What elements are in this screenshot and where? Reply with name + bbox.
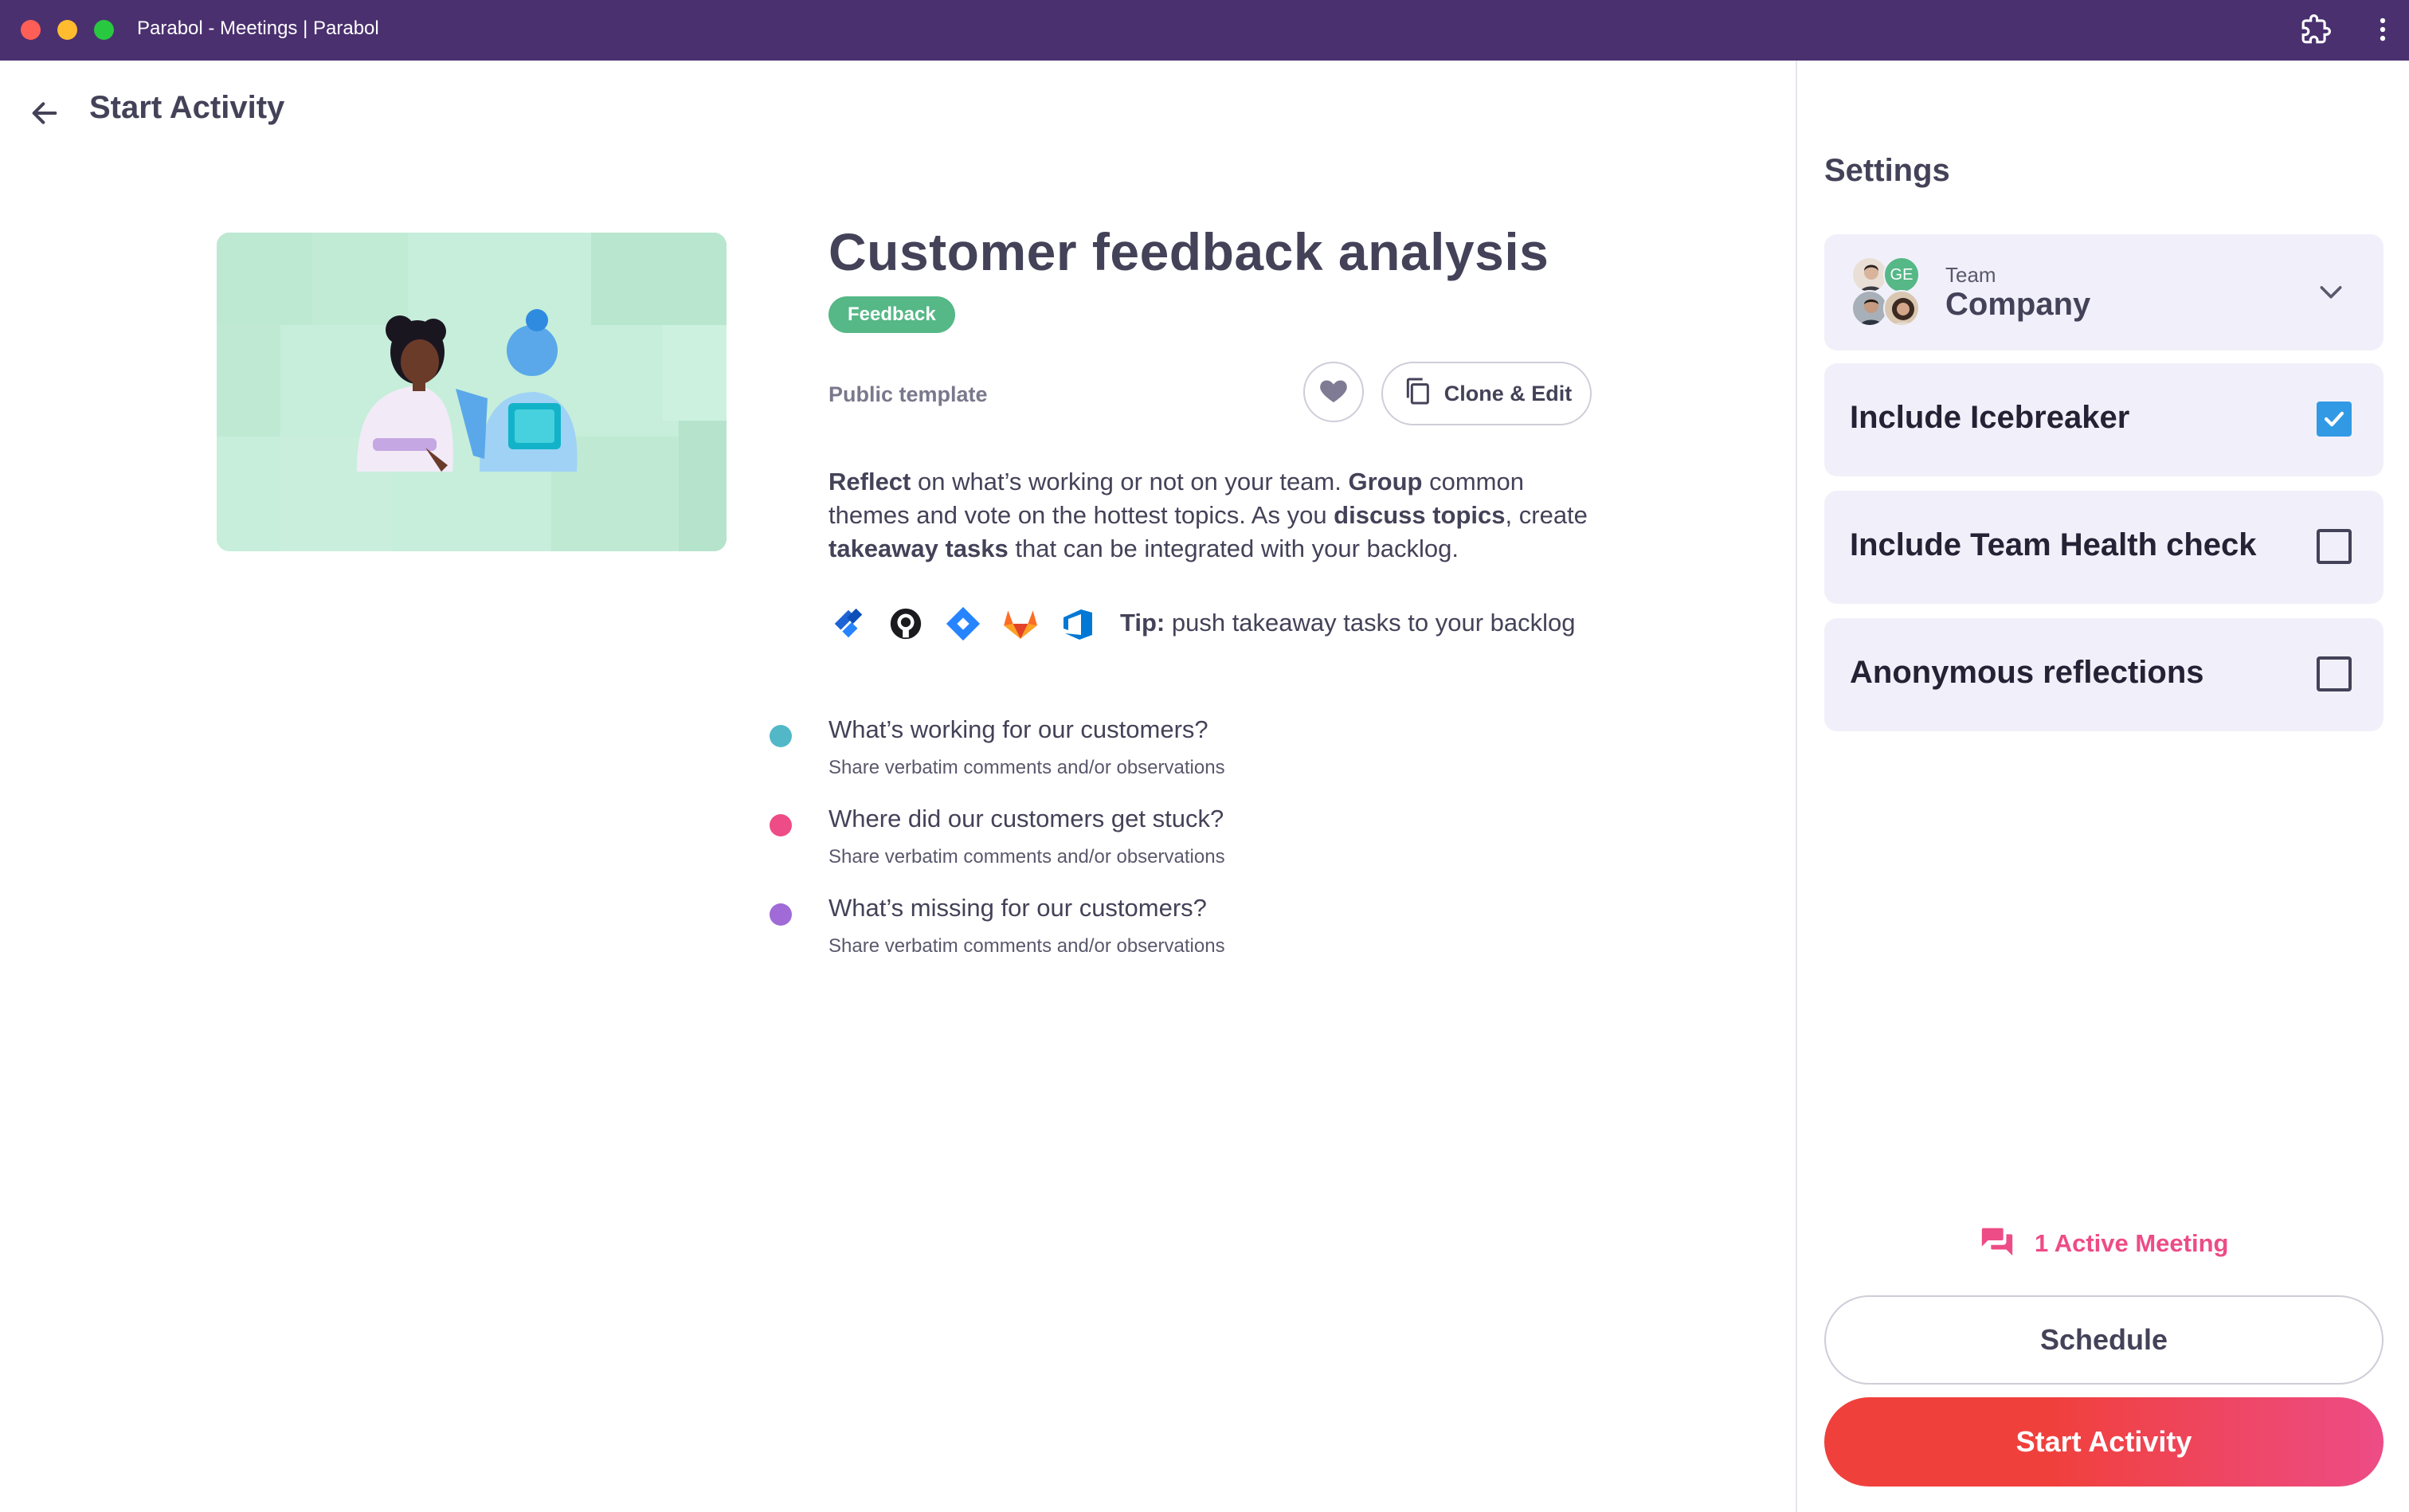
team-selector[interactable]: GE Team Company [1824, 234, 2384, 351]
extensions-icon[interactable] [2301, 14, 2331, 49]
template-description: Reflect on what’s working or not on your… [828, 468, 1588, 562]
option-label: Include Icebreaker [1850, 400, 2130, 435]
app-window: Parabol - Meetings | Parabol Start Activ… [0, 0, 2409, 1512]
avatar [1883, 290, 1920, 327]
settings-panel: Settings GE Team Company Include Icebrea… [1796, 61, 2409, 1512]
minimize-window-button[interactable] [57, 20, 77, 40]
forum-icon [1979, 1222, 2015, 1265]
window-title: Parabol - Meetings | Parabol [137, 18, 379, 39]
page-title: Start Activity [89, 90, 285, 125]
github-icon [886, 604, 926, 644]
jira-icon [828, 604, 868, 644]
close-window-button[interactable] [21, 20, 41, 40]
back-arrow-icon[interactable] [24, 92, 65, 134]
favorite-button[interactable] [1303, 362, 1364, 422]
checkbox-checked-icon[interactable] [2317, 402, 2352, 437]
prompt-question: What’s missing for our customers? [828, 894, 1207, 922]
clone-edit-label: Clone & Edit [1443, 381, 1573, 405]
prompt-description: Share verbatim comments and/or observati… [828, 757, 1225, 778]
template-illustration [217, 233, 727, 551]
checkbox-unchecked-icon[interactable] [2317, 656, 2352, 691]
team-label: Team [1945, 263, 1996, 287]
option-label: Anonymous reflections [1850, 655, 2204, 690]
prompt-color-dot [770, 903, 792, 926]
prompt-description: Share verbatim comments and/or observati… [828, 846, 1225, 868]
template-visibility-label: Public template [828, 382, 988, 406]
option-include-team-health[interactable]: Include Team Health check [1824, 491, 2384, 604]
gitlab-icon [1001, 604, 1040, 644]
azure-devops-icon [1058, 604, 1098, 644]
option-include-icebreaker[interactable]: Include Icebreaker [1824, 363, 2384, 476]
option-anonymous-reflections[interactable]: Anonymous reflections [1824, 618, 2384, 731]
category-tag: Feedback [828, 296, 955, 333]
prompt-color-dot [770, 725, 792, 747]
schedule-button[interactable]: Schedule [1824, 1295, 2384, 1385]
settings-title: Settings [1824, 153, 1950, 188]
prompt-question: What’s working for our customers? [828, 715, 1208, 743]
chevron-down-icon [2315, 276, 2347, 311]
checkbox-unchecked-icon[interactable] [2317, 529, 2352, 564]
clone-edit-button[interactable]: Clone & Edit [1381, 362, 1592, 425]
prompt-description: Share verbatim comments and/or observati… [828, 935, 1225, 957]
integration-icons [828, 604, 1098, 644]
template-title: Customer feedback analysis [828, 222, 1549, 281]
jira-server-icon [943, 604, 983, 644]
team-avatars: GE [1851, 257, 1923, 328]
maximize-window-button[interactable] [94, 20, 114, 40]
start-activity-button[interactable]: Start Activity [1824, 1397, 2384, 1487]
title-bar: Parabol - Meetings | Parabol [0, 0, 2409, 61]
prompt-color-dot [770, 814, 792, 836]
page-header: Start Activity [0, 61, 1796, 156]
avatar-initials: GE [1883, 257, 1920, 293]
active-meeting-link[interactable]: 1 Active Meeting [1979, 1222, 2228, 1265]
more-vertical-icon[interactable] [2368, 14, 2398, 49]
copy-icon [1401, 375, 1433, 413]
heart-icon [1318, 374, 1349, 410]
active-meeting-label: 1 Active Meeting [2035, 1229, 2229, 1257]
prompt-question: Where did our customers get stuck? [828, 805, 1224, 832]
option-label: Include Team Health check [1850, 527, 2257, 562]
team-name: Company [1945, 287, 2091, 322]
integration-tip: Tip: push takeaway tasks to your backlog [1120, 609, 1576, 637]
